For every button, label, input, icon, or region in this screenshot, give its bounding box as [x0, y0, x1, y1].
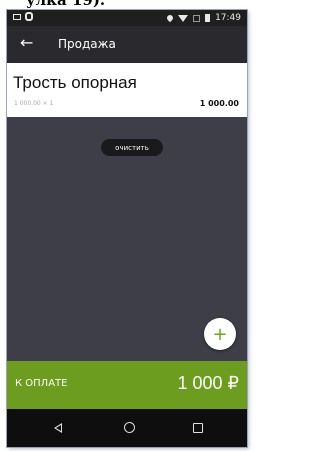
status-time: 17:49 [215, 13, 241, 23]
pay-label: К ОПЛАТЕ [15, 378, 68, 389]
no-signal-icon [193, 14, 201, 22]
pay-amount: 1 000 ₽ [177, 373, 240, 393]
nav-back-icon[interactable] [54, 423, 62, 433]
item-name: Трость опорная [13, 73, 137, 92]
app-bar: ← Продажа [7, 26, 247, 63]
notification-icon [13, 13, 21, 20]
battery-icon [205, 14, 211, 22]
sync-icon [25, 12, 33, 21]
location-icon [165, 13, 175, 23]
caption-text: улка 19). [26, 0, 106, 9]
status-left [13, 12, 33, 21]
cart-item[interactable]: Трость опорная 1 000.00 × 1 1 000.00 [7, 63, 247, 117]
status-right: 17:49 [165, 13, 241, 23]
clear-button[interactable]: очистить [101, 139, 163, 156]
status-bar: 17:49 [7, 10, 247, 26]
page-title: Продажа [58, 37, 116, 51]
back-arrow-icon[interactable]: ← [20, 33, 33, 52]
caption-strip: улка 19). [0, 0, 254, 10]
item-total: 1 000.00 [199, 99, 239, 108]
pay-button[interactable]: К ОПЛАТЕ 1 000 ₽ [7, 361, 247, 409]
add-item-button[interactable]: + [204, 318, 236, 350]
phone-screen: 17:49 ← Продажа Трость опорная 1 000.00 … [7, 10, 247, 447]
nav-recent-apps-icon[interactable] [193, 423, 203, 433]
wifi-icon [178, 14, 189, 22]
nav-home-icon[interactable] [124, 422, 135, 433]
plus-icon: + [212, 323, 228, 345]
system-nav-bar [7, 409, 247, 447]
item-price-qty: 1 000.00 × 1 [14, 100, 54, 107]
